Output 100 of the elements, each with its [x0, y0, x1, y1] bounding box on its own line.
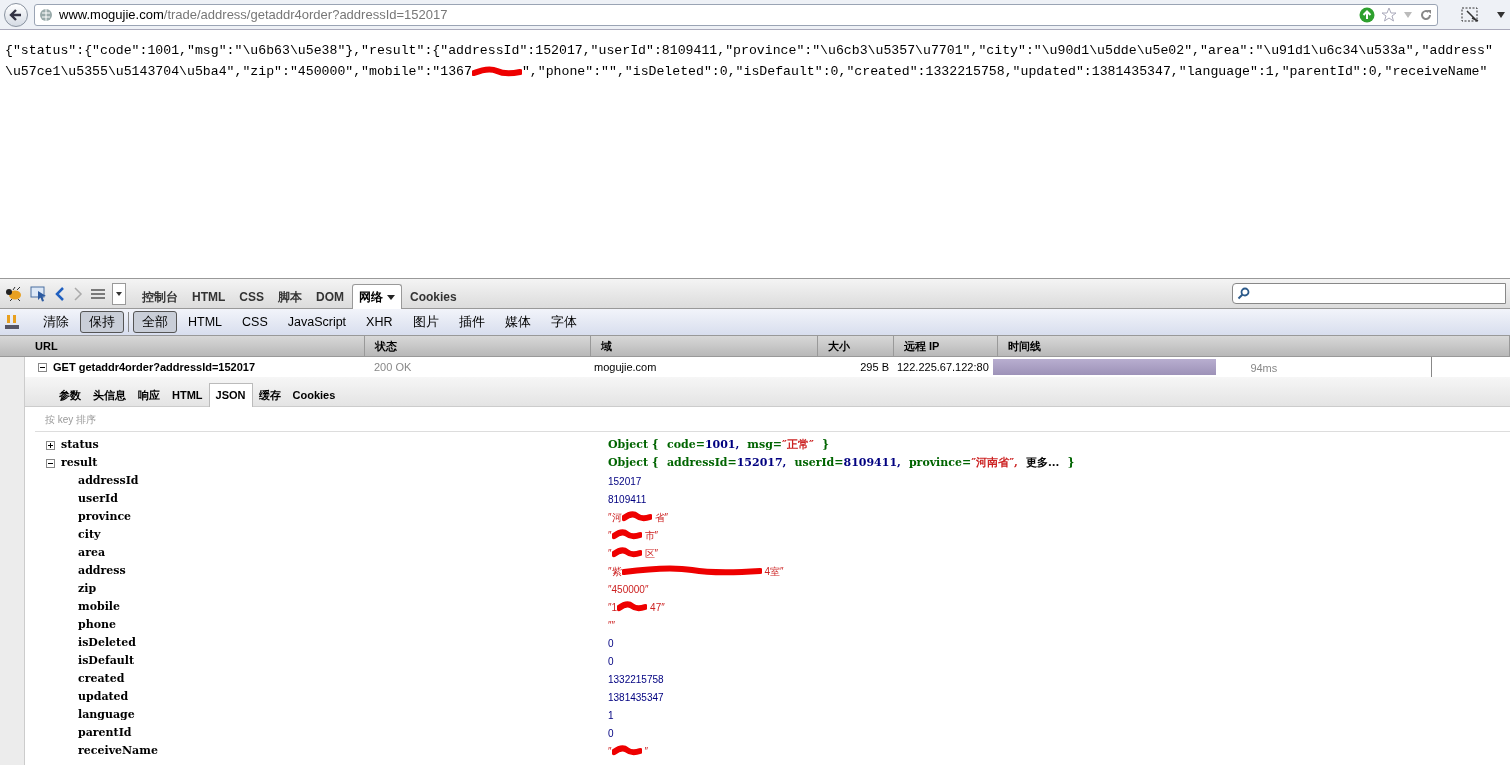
detail-tab[interactable]: HTML: [166, 383, 209, 407]
tree-value: 0: [608, 654, 614, 669]
tree-key: address: [78, 562, 126, 580]
tree-key: city: [78, 526, 101, 544]
inspect-icon[interactable]: [30, 285, 48, 302]
more-link[interactable]: 更多...: [1025, 454, 1060, 472]
tree-value: 0: [608, 726, 614, 741]
tree-value: 152017: [608, 474, 642, 489]
menu-icon[interactable]: [90, 286, 106, 301]
tree-key: parentId: [78, 724, 132, 742]
caret-icon[interactable]: [1496, 10, 1506, 19]
object-label: Object {: [608, 436, 659, 453]
filter-tab[interactable]: HTML: [179, 311, 232, 333]
tree-value: 8109411: [608, 492, 647, 507]
expand-icon[interactable]: [46, 440, 55, 450]
filter-tab[interactable]: XHR: [357, 311, 402, 333]
column-header[interactable]: 域: [591, 336, 818, 356]
object-brace: }: [821, 436, 829, 453]
collapse-icon[interactable]: [46, 458, 55, 468]
panel-tab[interactable]: HTML: [186, 284, 232, 309]
tree-value: ″: [608, 744, 612, 759]
request-size: 295 B: [859, 359, 889, 375]
redaction-mark: [617, 601, 648, 613]
address-field[interactable]: www.mogujie.com/trade/address/getaddr4order?addressId=152017: [34, 3, 1438, 26]
detail-tab[interactable]: 头信息: [87, 383, 132, 407]
panel-tab[interactable]: CSS: [233, 284, 270, 309]
panel-action-button[interactable]: 清除: [34, 311, 78, 333]
column-header[interactable]: 状态: [365, 336, 591, 356]
panel-tab[interactable]: Cookies: [404, 284, 463, 309]
search-field[interactable]: [1232, 283, 1506, 304]
summary-property: code=1001,: [666, 436, 740, 453]
request-domain: mogujie.com: [593, 359, 658, 375]
tree-key: language: [78, 706, 135, 724]
detail-tab[interactable]: Cookies: [286, 383, 342, 407]
tree-key: province: [78, 508, 132, 526]
redaction-mark: [611, 529, 642, 541]
summary-property: userId=8109411,: [794, 454, 901, 471]
request-time: 94ms: [1250, 361, 1278, 376]
tree-key: mobile: [78, 598, 121, 616]
redaction-mark: [611, 745, 642, 757]
tree-value: 省″: [654, 510, 669, 525]
panel-action-button[interactable]: 保持: [80, 311, 124, 333]
tree-value: ″紫: [608, 564, 622, 579]
search-icon: [1237, 287, 1250, 300]
summary-property: addressId=152017,: [666, 454, 787, 471]
filter-tab[interactable]: 字体: [541, 311, 586, 333]
dropdown-button[interactable]: [112, 282, 126, 305]
tree-value: ″河: [608, 510, 622, 525]
column-header[interactable]: 远程 IP: [894, 336, 998, 356]
tree-value: 47″: [650, 600, 665, 615]
panel-tab[interactable]: 网络: [352, 284, 402, 309]
object-label: Object {: [608, 454, 659, 471]
filter-tab[interactable]: 图片: [403, 311, 448, 333]
tree-key: result: [61, 454, 98, 472]
json-text: {"status":{"code":1001,"msg":"\u6b63\u5e38"},"result":{"addressId":152017,"userId":8109411,"province":"\u6cb3\u5357\u7701","city":"\u90d1\u5dde\u5e02","area":"\u91d1\u6c34\u533a","address": [5, 42, 1494, 60]
column-header[interactable]: URL: [0, 336, 365, 356]
tree-key: area: [78, 544, 106, 562]
detail-tab[interactable]: 响应: [132, 383, 166, 407]
caret-icon: [116, 291, 122, 296]
back-button[interactable]: [4, 2, 28, 27]
reload-icon[interactable]: [1419, 7, 1433, 22]
filter-tab[interactable]: 插件: [449, 311, 494, 333]
detail-tab[interactable]: 参数: [53, 383, 87, 407]
detail-tab[interactable]: JSON: [208, 383, 253, 407]
collapse-icon[interactable]: [38, 362, 47, 372]
filter-tab[interactable]: 媒体: [495, 311, 540, 333]
panel-tab[interactable]: 控制台: [136, 284, 184, 309]
column-header[interactable]: 时间线: [998, 336, 1510, 356]
star-icon[interactable]: [1381, 6, 1397, 23]
column-header[interactable]: 大小: [818, 336, 894, 356]
tree-key: zip: [78, 580, 97, 598]
redaction-mark: [471, 65, 522, 78]
tree-key: isDeleted: [78, 634, 136, 652]
tree-value: 市″: [644, 528, 659, 543]
tree-value: 区″: [644, 546, 659, 561]
back-arrow-icon: [9, 7, 23, 22]
go-icon[interactable]: [1359, 6, 1375, 23]
tree-key: status: [61, 436, 99, 454]
url-text: www.mogujie.com/trade/address/getaddr4order?addressId=152017: [59, 5, 448, 24]
tree-value: 4室″: [764, 564, 784, 579]
filter-tab[interactable]: 全部: [133, 311, 177, 333]
filter-tab[interactable]: CSS: [233, 311, 277, 333]
summary-property: province=″河南省″,: [908, 454, 1018, 471]
tree-key: userId: [78, 490, 118, 508]
filter-tab[interactable]: JavaScript: [278, 311, 356, 333]
bug-icon[interactable]: [4, 285, 24, 302]
request-status: 200 OK: [373, 359, 413, 375]
tree-key: receiveName: [78, 742, 158, 760]
request-url[interactable]: GET getaddr4order?addressId=152017: [53, 358, 256, 376]
panel-tab[interactable]: DOM: [310, 284, 350, 309]
redaction-mark: [621, 511, 652, 523]
tree-key: created: [78, 670, 125, 688]
tree-value: 1332215758: [608, 672, 664, 687]
summary-property: msg=″正常″: [747, 436, 814, 453]
xhr-icon[interactable]: [4, 314, 20, 330]
tree-key: phone: [78, 616, 117, 634]
detail-tab[interactable]: 缓存: [252, 383, 287, 407]
redaction-mark: [611, 547, 642, 559]
panel-tab[interactable]: 脚本: [272, 284, 308, 309]
back-icon[interactable]: [54, 285, 66, 302]
